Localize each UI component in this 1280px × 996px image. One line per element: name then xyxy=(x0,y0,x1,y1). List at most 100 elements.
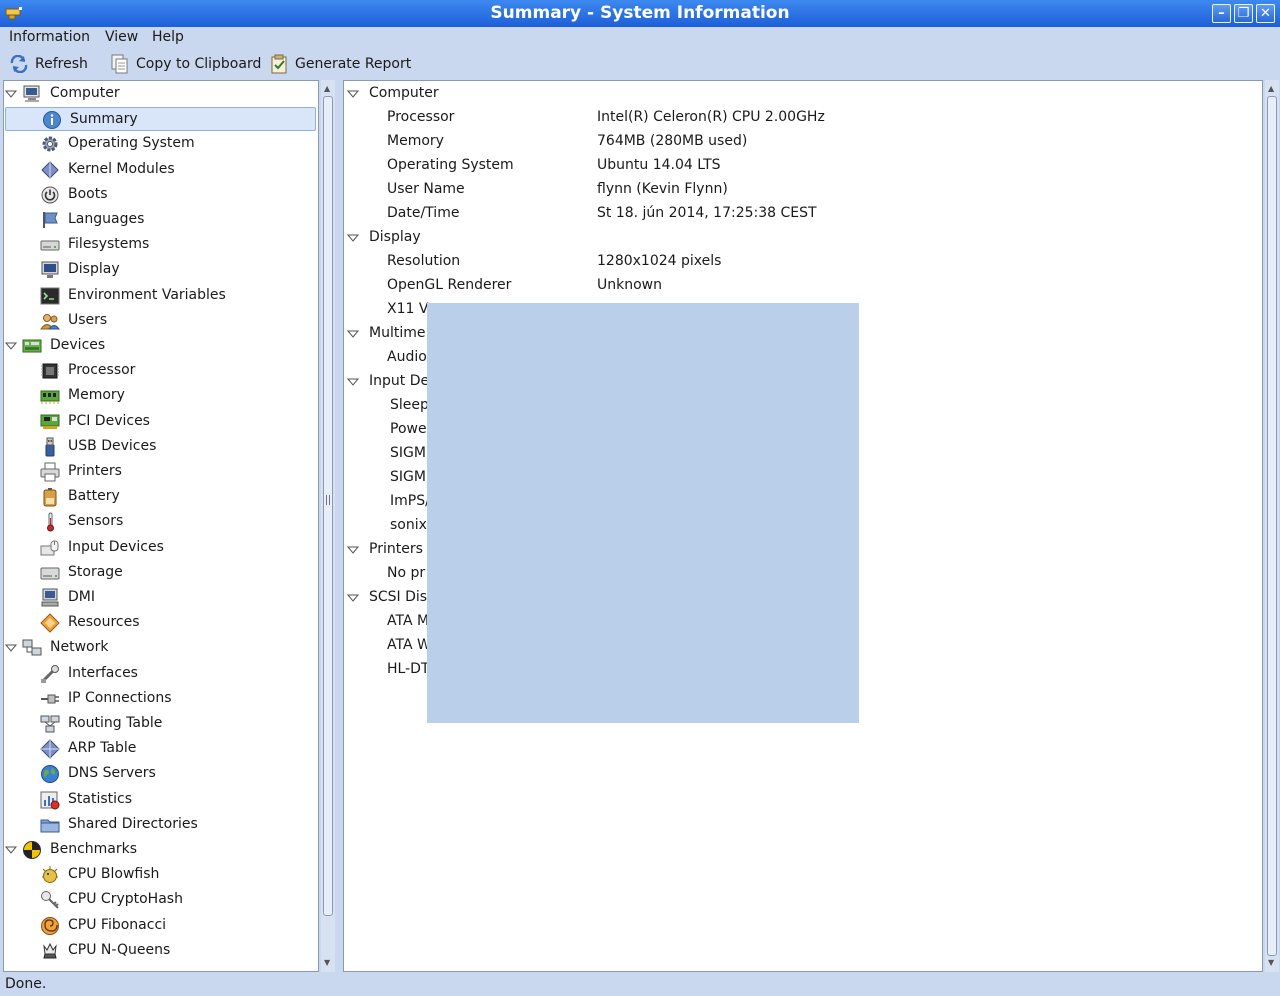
section-label: Display xyxy=(369,229,421,245)
detail-key: sonix xyxy=(390,517,427,533)
tree-item-ip-connections[interactable]: IP Connections xyxy=(4,687,318,711)
tree-item-label: Filesystems xyxy=(68,236,150,253)
menu-help[interactable]: Help xyxy=(152,29,184,45)
expander-icon[interactable] xyxy=(346,88,360,100)
close-button[interactable]: ✕ xyxy=(1256,4,1275,23)
tree-item-cpu-cryptohash[interactable]: CPU CryptoHash xyxy=(4,888,318,912)
tree-item-routing-table[interactable]: Routing Table xyxy=(4,712,318,736)
detail-scroll-down-icon[interactable]: ▼ xyxy=(1268,958,1274,967)
menu-view[interactable]: View xyxy=(105,29,138,45)
refresh-button[interactable]: Refresh xyxy=(9,53,88,75)
tree-item-dns-servers[interactable]: DNS Servers xyxy=(4,762,318,786)
detail-section[interactable]: Display xyxy=(344,226,1262,250)
plug-icon xyxy=(40,689,60,709)
tree-item-interfaces[interactable]: Interfaces xyxy=(4,662,318,686)
tree-item-computer[interactable]: Computer xyxy=(4,82,318,106)
maximize-button[interactable]: ❐ xyxy=(1234,4,1253,23)
copy-to-clipboard-button[interactable]: Copy to Clipboard xyxy=(110,53,261,75)
detail-row[interactable]: Processor Intel(R) Celeron(R) CPU 2.00GHz xyxy=(344,106,1262,130)
expander-icon[interactable] xyxy=(4,844,18,856)
tree-item-arp-table[interactable]: ARP Table xyxy=(4,737,318,761)
detail-scrollbar-thumb[interactable] xyxy=(1267,96,1277,956)
tree-item-environment-variables[interactable]: Environment Variables xyxy=(4,284,318,308)
tree-item-devices[interactable]: Devices xyxy=(4,334,318,358)
splitter-grip-icon[interactable] xyxy=(326,495,330,505)
tree-item-cpu-blowfish[interactable]: CPU Blowfish xyxy=(4,863,318,887)
fibonacci-icon xyxy=(40,916,60,936)
tree-item-network[interactable]: Network xyxy=(4,636,318,660)
pane-splitter[interactable]: ▲ ▼ xyxy=(321,80,339,972)
tree-item-printers[interactable]: Printers xyxy=(4,460,318,484)
tree-item-input-devices[interactable]: Input Devices xyxy=(4,536,318,560)
menu-information[interactable]: Information xyxy=(9,29,90,45)
tree-item-dmi[interactable]: DMI xyxy=(4,586,318,610)
tree-item-benchmarks[interactable]: Benchmarks xyxy=(4,838,318,862)
tree-item-sensors[interactable]: Sensors xyxy=(4,510,318,534)
detail-key: Audio xyxy=(387,349,427,365)
tree-item-label: IP Connections xyxy=(68,689,172,706)
expander-icon[interactable] xyxy=(346,544,360,556)
tree-item-cpu-n-queens[interactable]: CPU N-Queens xyxy=(4,939,318,963)
detail-row[interactable]: Date/Time St 18. jún 2014, 17:25:38 CEST xyxy=(344,202,1262,226)
tree-item-kernel-modules[interactable]: Kernel Modules xyxy=(4,158,318,182)
detail-key: No pr xyxy=(387,565,426,581)
detail-row[interactable]: OpenGL Renderer Unknown xyxy=(344,274,1262,298)
expander-icon[interactable] xyxy=(346,592,360,604)
detail-scrollbar[interactable]: ▲ ▼ xyxy=(1265,80,1279,972)
tree-item-operating-system[interactable]: Operating System xyxy=(4,132,318,156)
detail-row[interactable]: Resolution 1280x1024 pixels xyxy=(344,250,1262,274)
tree-item-cpu-fibonacci[interactable]: CPU Fibonacci xyxy=(4,914,318,938)
tree-item-label: Storage xyxy=(68,563,123,580)
tree-item-boots[interactable]: Boots xyxy=(4,183,318,207)
scroll-down-icon[interactable]: ▼ xyxy=(324,958,330,967)
scroll-up-icon[interactable]: ▲ xyxy=(324,84,330,93)
tree-item-label: DNS Servers xyxy=(68,765,156,782)
detail-key: User Name xyxy=(387,181,465,197)
tree-item-memory[interactable]: Memory xyxy=(4,384,318,408)
expander-icon[interactable] xyxy=(346,232,360,244)
generate-report-button[interactable]: Generate Report xyxy=(269,53,411,75)
tree-item-label: CPU N-Queens xyxy=(68,941,171,958)
tree-item-filesystems[interactable]: Filesystems xyxy=(4,233,318,257)
clipboard-icon xyxy=(111,54,128,74)
tree-item-battery[interactable]: Battery xyxy=(4,485,318,509)
expander-icon[interactable] xyxy=(346,376,360,388)
detail-section[interactable]: Computer xyxy=(344,82,1262,106)
category-tree[interactable]: Computer Summary Operating System Kernel Mo… xyxy=(3,80,319,972)
detail-key: Memory xyxy=(387,133,444,149)
interfaces-icon xyxy=(40,664,60,684)
tree-item-shared-directories[interactable]: Shared Directories xyxy=(4,813,318,837)
routing-icon xyxy=(40,714,60,734)
tree-item-display[interactable]: Display xyxy=(4,258,318,282)
tree-item-label: Input Devices xyxy=(68,538,164,555)
tree-item-label: Summary xyxy=(70,111,138,128)
detail-row[interactable]: Memory 764MB (280MB used) xyxy=(344,130,1262,154)
close-icon: ✕ xyxy=(1260,6,1271,21)
tree-scrollbar[interactable]: ▲ ▼ xyxy=(321,80,335,972)
tree-item-pci-devices[interactable]: PCI Devices xyxy=(4,410,318,434)
tree-item-usb-devices[interactable]: USB Devices xyxy=(4,435,318,459)
tree-item-storage[interactable]: Storage xyxy=(4,561,318,585)
detail-scroll-up-icon[interactable]: ▲ xyxy=(1268,84,1274,93)
detail-key: SIGM. xyxy=(390,445,431,461)
tree-item-summary[interactable]: Summary xyxy=(5,107,316,132)
detail-row[interactable]: Operating System Ubuntu 14.04 LTS xyxy=(344,154,1262,178)
statistics-icon xyxy=(40,790,60,810)
expander-icon[interactable] xyxy=(4,340,18,352)
tree-item-resources[interactable]: Resources xyxy=(4,611,318,635)
tree-item-languages[interactable]: Languages xyxy=(4,208,318,232)
tree-item-label: PCI Devices xyxy=(68,412,150,429)
tree-item-statistics[interactable]: Statistics xyxy=(4,788,318,812)
expander-icon[interactable] xyxy=(4,88,18,100)
expander-icon[interactable] xyxy=(4,642,18,654)
minimize-button[interactable]: – xyxy=(1212,4,1231,23)
detail-key: Operating System xyxy=(387,157,514,173)
title-bar[interactable]: Summary - System Information – ❐ ✕ xyxy=(0,0,1280,27)
detail-pane[interactable]: Computer Processor Intel(R) Celeron(R) CPU… xyxy=(343,80,1263,972)
tree-item-users[interactable]: Users xyxy=(4,309,318,333)
tree-item-processor[interactable]: Processor xyxy=(4,359,318,383)
expander-icon[interactable] xyxy=(346,328,360,340)
globe-icon xyxy=(40,764,60,784)
tree-scrollbar-thumb[interactable] xyxy=(323,96,333,916)
detail-row[interactable]: User Name flynn (Kevin Flynn) xyxy=(344,178,1262,202)
